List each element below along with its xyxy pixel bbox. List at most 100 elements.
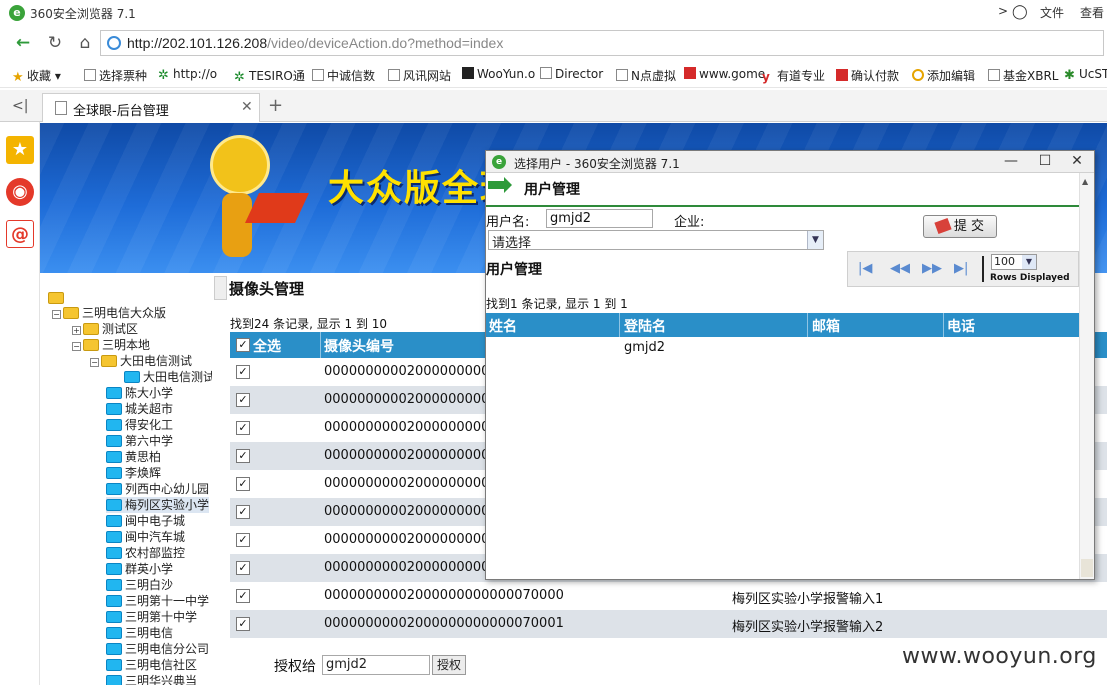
arrow-head [504, 177, 512, 193]
scroll-up-icon[interactable]: ▲ [1082, 177, 1088, 186]
mascot-image [210, 135, 270, 195]
chevron-down-icon[interactable]: ▼ [1022, 255, 1036, 269]
tree-node[interactable]: 三明电信社区 [106, 657, 197, 673]
grant-label: 授权给 [274, 659, 316, 675]
submit-button[interactable]: 提 交 [923, 215, 997, 238]
tree-node[interactable]: 三明电信 [106, 625, 173, 641]
tree-node[interactable]: − 大田电信测试 [90, 353, 192, 369]
bookmark-item[interactable]: ✲ http://o [158, 67, 217, 82]
last-page-icon[interactable]: ▶| [954, 261, 968, 276]
user-icon[interactable]: ◯ [1012, 4, 1028, 20]
weibo-icon[interactable]: ◉ [6, 178, 34, 206]
grant-user-input[interactable]: gmjd2 [322, 655, 430, 675]
bookmark-item[interactable]: ✱UcST... [1064, 67, 1107, 82]
tree-node-selected[interactable]: 梅列区实验小学 [106, 497, 210, 513]
close-icon[interactable]: ✕ [1060, 151, 1094, 173]
tree-node[interactable]: 黄思柏 [106, 449, 161, 465]
tree-node[interactable]: 三明华兴典当 [106, 673, 197, 685]
bookmark-favorites[interactable]: ★ 收藏 ▾ [12, 67, 61, 84]
tree-node[interactable]: 三明第十中学 [106, 609, 197, 625]
menu-view[interactable]: 查看 [1080, 4, 1104, 21]
row-checkbox[interactable]: ✓ [236, 393, 250, 407]
sidebar-toggle-icon[interactable]: <| [12, 98, 28, 114]
refresh-icon[interactable]: ↻ [44, 32, 66, 54]
row-checkbox[interactable]: ✓ [236, 449, 250, 463]
maximize-icon[interactable]: ☐ [1028, 151, 1062, 173]
tree-node[interactable]: 闽中汽车城 [106, 529, 185, 545]
tree-node[interactable]: 第六中学 [106, 433, 173, 449]
table-row[interactable]: ✓ 00000000002000000000000070000 梅列区实验小学报警输… [230, 582, 1107, 610]
tree-node[interactable]: 闽中电子城 [106, 513, 185, 529]
table-row[interactable]: ✓ 00000000002000000000000070001 梅列区实验小学报警输… [230, 610, 1107, 638]
next-page-icon[interactable]: ▶▶ [922, 261, 942, 276]
grant-button[interactable]: 授权 [432, 655, 466, 675]
menu-file[interactable]: 文件 [1040, 4, 1064, 21]
popup-title-bar[interactable]: e 选择用户 - 360安全浏览器 7.1 — ☐ ✕ [486, 151, 1094, 173]
company-select[interactable]: 请选择 ▼ [488, 230, 824, 251]
tree-node[interactable]: 得安化工 [106, 417, 173, 433]
tree-node[interactable]: − 三明电信大众版 [52, 305, 166, 321]
scroll-thumb[interactable] [1081, 559, 1093, 577]
row-checkbox[interactable]: ✓ [236, 505, 250, 519]
chevron-right-icon[interactable]: > [998, 4, 1008, 18]
bookmark-item[interactable]: Director [540, 67, 603, 81]
row-checkbox[interactable]: ✓ [236, 477, 250, 491]
header-divider [486, 205, 1079, 207]
tree-node[interactable]: − 三明本地 [72, 337, 150, 353]
star-icon[interactable]: ★ [6, 136, 34, 164]
bookmark-item[interactable]: WooYun.o [462, 67, 535, 81]
first-page-icon[interactable]: |◀ [858, 261, 872, 276]
bookmark-item[interactable]: 添加编辑 [912, 67, 975, 84]
tree-node[interactable]: 列西中心幼儿园 [106, 481, 209, 497]
tree-node[interactable]: 农村部监控 [106, 545, 185, 561]
row-checkbox[interactable]: ✓ [236, 589, 250, 603]
bookmark-item[interactable]: 风讯网站 [388, 67, 451, 84]
col-divider [943, 313, 944, 337]
bookmark-item[interactable]: N点虚拟 [616, 67, 676, 84]
mail-icon[interactable]: @ [6, 220, 34, 248]
select-all-checkbox[interactable]: ✓ [236, 338, 250, 352]
bookmark-item[interactable]: ✲ TESIRO通 [234, 67, 305, 84]
rows-per-page-select[interactable]: 100 ▼ [991, 254, 1037, 270]
tree-node[interactable]: 大田电信测试 [124, 369, 212, 385]
camera-name: 梅列区实验小学报警输入2 [732, 620, 884, 635]
new-tab-button[interactable]: + [268, 95, 283, 116]
bookmark-item[interactable]: 选择票种 [84, 67, 147, 84]
tab-admin[interactable]: 全球眼-后台管理 ✕ [42, 93, 260, 122]
prev-page-icon[interactable]: ◀◀ [890, 261, 910, 276]
row-checkbox[interactable]: ✓ [236, 365, 250, 379]
tree-node[interactable]: 陈大小学 [106, 385, 173, 401]
browser-sidebar: ★ ◉ @ [0, 122, 40, 685]
row-checkbox[interactable]: ✓ [236, 421, 250, 435]
bookmark-item[interactable]: 确认付款 [836, 67, 899, 84]
row-checkbox[interactable]: ✓ [236, 533, 250, 547]
username-input[interactable]: gmjd2 [546, 209, 653, 228]
tree-node[interactable]: 三明第十一中学 [106, 593, 209, 609]
tree-node[interactable]: 群英小学 [106, 561, 173, 577]
popup-scrollbar[interactable]: ▲ [1079, 173, 1094, 579]
tree-node[interactable]: 三明电信分公司 [106, 641, 209, 657]
row-checkbox[interactable]: ✓ [236, 617, 250, 631]
page-icon [55, 101, 67, 115]
address-bar[interactable]: http://202.101.126.208/video/deviceActio… [100, 30, 1104, 56]
close-icon[interactable]: ✕ [241, 99, 253, 115]
tree-node[interactable]: 三明白沙 [106, 577, 173, 593]
tree-node[interactable]: 李焕辉 [106, 465, 161, 481]
bookmark-item[interactable]: y 有道专业 [762, 67, 825, 84]
home-icon[interactable]: ⌂ [74, 32, 96, 54]
col-camera-no: 摄像头编号 [324, 339, 394, 355]
tree-root-icon[interactable] [48, 290, 67, 306]
minimize-icon[interactable]: — [994, 151, 1028, 173]
row-checkbox[interactable]: ✓ [236, 561, 250, 575]
frame-scrollbar[interactable] [214, 276, 227, 300]
bookmark-item[interactable]: 中诚信数 [312, 67, 375, 84]
page-title: 摄像头管理 [229, 280, 305, 298]
user-row[interactable]: gmjd2 [486, 337, 1079, 359]
tree-node[interactable]: 城关超市 [106, 401, 173, 417]
bookmark-item[interactable]: www.gome [684, 67, 765, 81]
chevron-down-icon[interactable]: ▼ [807, 231, 823, 249]
back-icon[interactable]: ← [12, 32, 34, 54]
popup-header: 用户管理 [524, 182, 580, 198]
bookmark-item[interactable]: 基金XBRL [988, 67, 1058, 84]
tree-node[interactable]: + 测试区 [72, 321, 138, 337]
